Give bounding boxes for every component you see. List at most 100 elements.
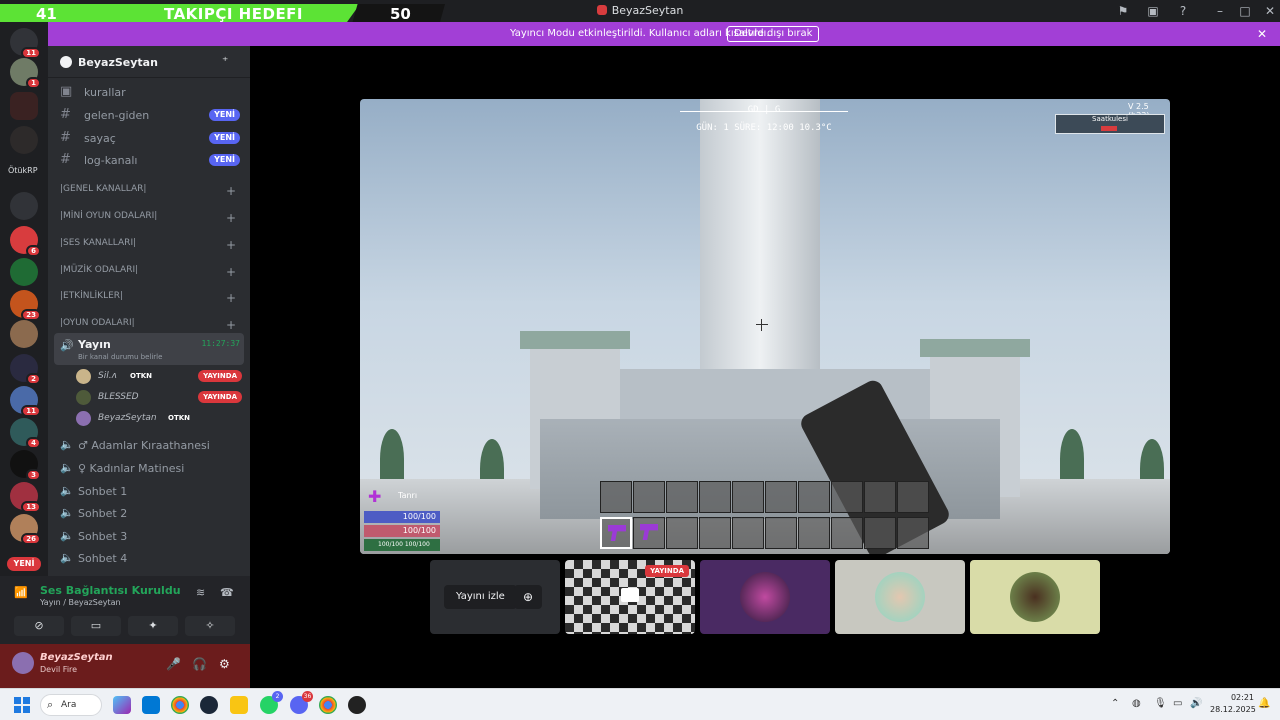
tray-app-icon[interactable]: ◍ — [1132, 698, 1141, 709]
notification-bell-icon[interactable]: 🔔 — [1258, 698, 1270, 709]
server-badge: 3 — [26, 469, 41, 481]
voice-channel[interactable]: 🔈 Sohbet 4 — [54, 548, 244, 568]
voice-channel[interactable]: 🔈 ♂ Adamlar Kıraathanesi — [54, 435, 244, 455]
channel-status[interactable]: Bir kanal durumu belirle — [78, 353, 162, 361]
plus-icon[interactable]: + — [226, 238, 236, 252]
tray-monitor-icon[interactable]: ▭ — [1173, 698, 1182, 709]
category-label: |GENEL KANALLAR| — [60, 184, 147, 194]
category-muzik-odalari[interactable]: |MÜZİK ODALARI| + — [60, 265, 244, 281]
participant-tile-watch[interactable]: Yayını izle ⊕ — [430, 560, 560, 634]
voice-channel[interactable]: 🔈 Sohbet 2 — [54, 503, 244, 523]
server-icon[interactable]: 4 — [10, 418, 41, 449]
guild-header[interactable]: BeyazSeytan ⁺ — [48, 46, 250, 78]
noise-suppression-icon[interactable]: ≋ — [196, 586, 205, 599]
screen-share-button[interactable]: ▭ — [71, 616, 121, 636]
taskbar-search[interactable]: Ara — [40, 694, 102, 716]
server-icon[interactable] — [10, 92, 38, 120]
inbox-icon[interactable]: ▣ — [1145, 3, 1161, 19]
participant-tile[interactable] — [835, 560, 965, 634]
tray-volume-icon[interactable]: 🔊 — [1190, 698, 1202, 709]
participant-tile[interactable] — [700, 560, 830, 634]
avatar — [740, 572, 790, 622]
direct-messages-button[interactable]: 11 — [10, 28, 41, 59]
text-channel-sayac[interactable]: # sayaç YENİ — [54, 128, 244, 148]
server-icon[interactable]: 23 — [10, 290, 41, 321]
close-icon[interactable]: ✕ — [1262, 3, 1278, 19]
server-icon[interactable]: 11 — [10, 386, 41, 417]
server-icon[interactable] — [10, 126, 38, 154]
text-channel-kurallar[interactable]: ▣ kurallar — [54, 82, 244, 102]
plus-icon[interactable]: + — [226, 291, 236, 305]
steam-icon[interactable] — [200, 696, 218, 714]
user-avatar[interactable] — [12, 652, 34, 674]
inventory-slot — [732, 481, 764, 513]
folder-icon[interactable] — [10, 192, 38, 220]
server-icon[interactable]: 1 — [10, 58, 41, 89]
plus-icon[interactable]: + — [226, 318, 236, 332]
user-panel: BeyazSeytan Devil Fire 🎤 🎧 ⚙ — [0, 644, 250, 688]
text-channel-log-kanali[interactable]: # log-kanalı YENİ — [54, 150, 244, 170]
file-explorer-icon[interactable] — [230, 696, 248, 714]
obs-icon[interactable] — [348, 696, 366, 714]
chrome-icon[interactable] — [319, 696, 337, 714]
plus-icon[interactable]: + — [226, 184, 236, 198]
disable-streamer-mode-button[interactable]: Devre dışı bırak — [727, 26, 820, 42]
flag-icon[interactable]: ⚑ — [1115, 3, 1131, 19]
activities-button[interactable]: ✦ — [128, 616, 178, 636]
server-icon[interactable]: 13 — [10, 482, 41, 513]
settings-gear-icon[interactable]: ⚙ — [219, 657, 230, 671]
disconnect-icon[interactable]: ☎ — [220, 586, 234, 599]
server-badge: 26 — [21, 533, 41, 545]
copilot-icon[interactable] — [113, 696, 131, 714]
stream-video[interactable]: GD | G GÜN: 1 SÜRE: 12:00 10.3°C V 2.5 (… — [360, 99, 1170, 554]
camera-off-button[interactable]: ⊘ — [14, 616, 64, 636]
category-mini-oyun-odalari[interactable]: |MİNİ OYUN ODALARI| + — [60, 211, 244, 227]
voice-connected-title[interactable]: Ses Bağlantısı Kuruldu — [40, 584, 181, 597]
headphones-icon[interactable]: 🎧 — [192, 657, 207, 671]
category-ses-kanallari[interactable]: |SES KANALLARI| + — [60, 238, 244, 254]
discord-icon[interactable]: 36 — [290, 691, 313, 714]
server-icon[interactable] — [10, 320, 38, 348]
inventory-slot — [831, 481, 863, 513]
category-genel-kanallar[interactable]: |GENEL KANALLAR| + — [60, 184, 244, 200]
help-icon[interactable]: ? — [1175, 3, 1191, 19]
voice-connected-sub[interactable]: Yayın / BeyazSeytan — [40, 598, 121, 607]
microphone-icon[interactable]: 🎤 — [166, 657, 181, 671]
voice-user[interactable]: BLESSED YAYINDA — [76, 387, 242, 407]
zone-indicator: Saatkulesi — [1055, 114, 1165, 134]
voice-user[interactable]: BeyazSeytan OTKN — [76, 408, 242, 428]
maximize-icon[interactable]: □ — [1237, 3, 1253, 19]
participant-tile[interactable] — [970, 560, 1100, 634]
store-icon[interactable] — [142, 696, 160, 714]
text-channel-gelen-giden[interactable]: # gelen-giden YENİ — [54, 105, 244, 125]
server-icon[interactable]: 6 — [10, 226, 41, 257]
chrome-icon[interactable] — [171, 696, 189, 714]
server-icon[interactable]: 26 — [10, 514, 41, 545]
voice-channel[interactable]: 🔈 Sohbet 1 — [54, 481, 244, 501]
tray-chevron-icon[interactable]: ⌃ — [1111, 698, 1119, 709]
voice-channel-yayin[interactable]: 🔊 Yayın Bir kanal durumu belirle 11:27:3… — [54, 333, 244, 365]
category-etkinlikler[interactable]: |ETKİNLİKLER| + — [60, 291, 244, 307]
voice-user[interactable]: Sil.ᴧ OTKN YAYINDA — [76, 366, 242, 386]
server-icon[interactable] — [10, 258, 38, 286]
voice-channel[interactable]: 🔈 ♀ Kadınlar Matinesi — [54, 458, 244, 478]
taskbar-clock[interactable]: 02:21 28.12.2025 — [1210, 692, 1256, 716]
participant-tile-stream[interactable]: YAYINDA — [565, 560, 695, 634]
popout-icon[interactable]: ⊕ — [514, 585, 542, 609]
plus-icon[interactable]: + — [226, 211, 236, 225]
notice-close-icon[interactable]: ✕ — [1255, 27, 1269, 41]
soundboard-button[interactable]: ✧ — [185, 616, 235, 636]
plus-icon[interactable]: + — [226, 265, 236, 279]
new-servers-pill[interactable]: YENİ — [7, 557, 41, 571]
server-icon[interactable]: 2 — [10, 354, 41, 385]
server-icon[interactable]: 3 — [10, 450, 41, 481]
start-menu-icon[interactable] — [14, 697, 30, 713]
minimize-icon[interactable]: – — [1212, 3, 1228, 19]
invite-icon[interactable]: ⁺ — [222, 54, 228, 68]
voice-channel[interactable]: 🔈 Sohbet 3 — [54, 526, 244, 546]
category-oyun-odalari[interactable]: |OYUN ODALARI| + — [60, 318, 244, 334]
user-name[interactable]: BeyazSeytan — [40, 652, 113, 663]
watch-stream-button[interactable]: Yayını izle — [444, 585, 517, 609]
tray-mic-icon[interactable]: 🎙 — [1154, 698, 1167, 709]
whatsapp-icon[interactable]: 2 — [260, 691, 283, 714]
